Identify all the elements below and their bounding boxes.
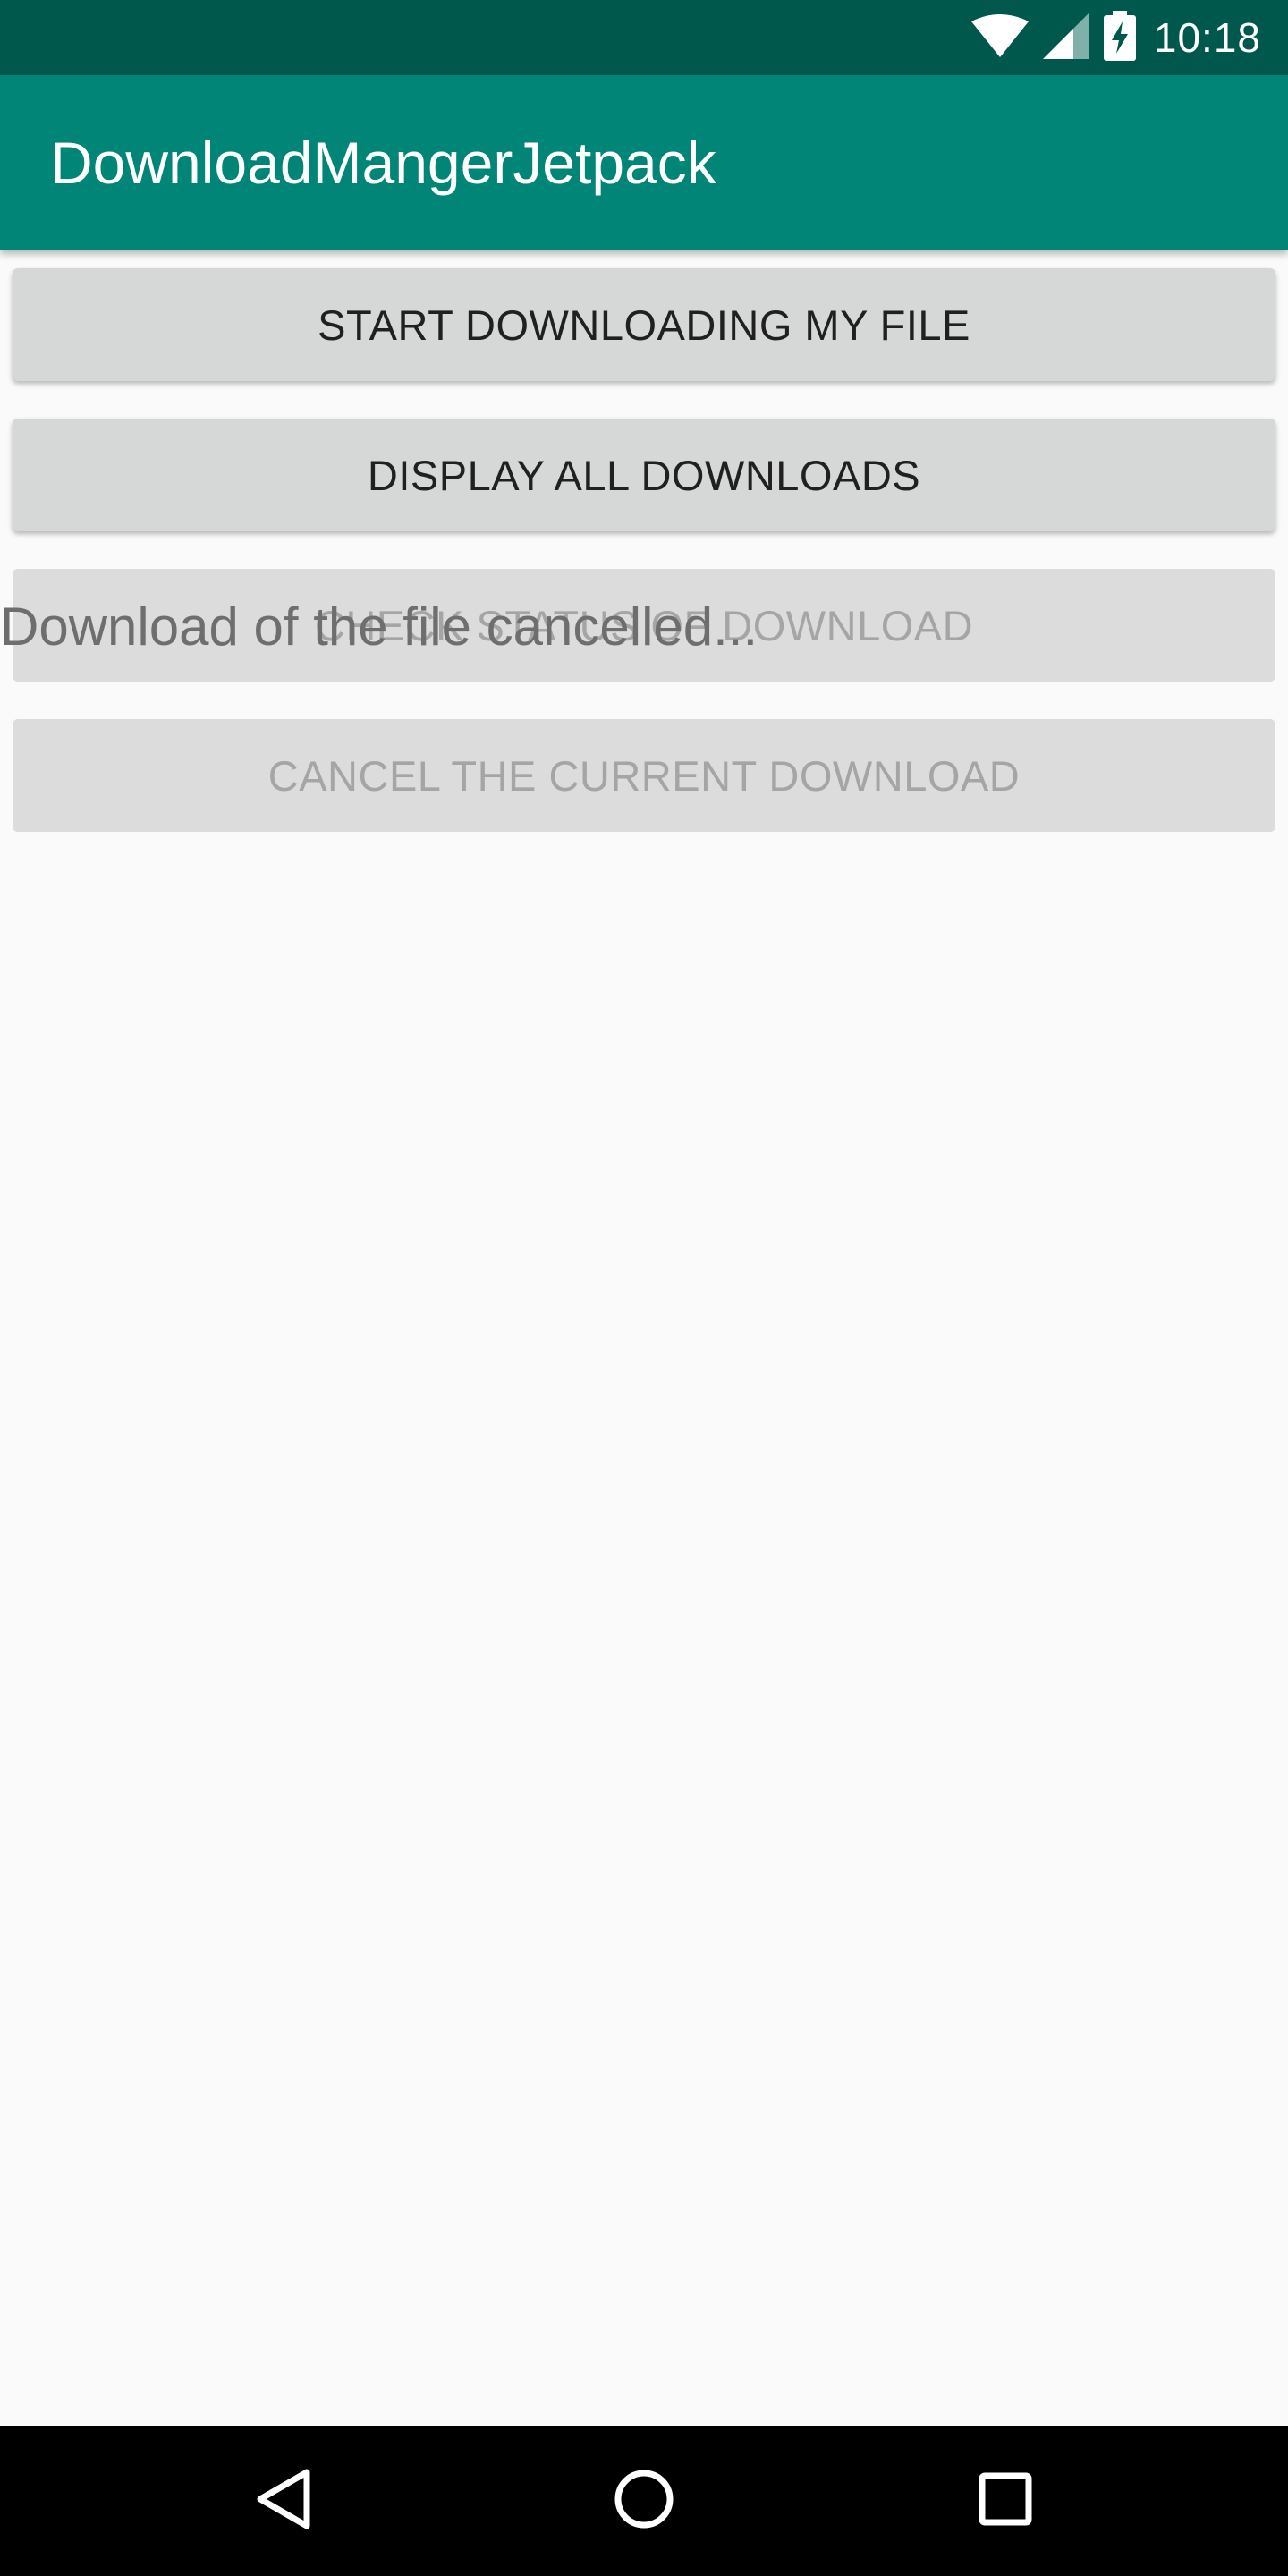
- app-title: DownloadMangerJetpack: [50, 130, 716, 196]
- main-content: START DOWNLOADING MY FILE DISPLAY ALL DO…: [0, 250, 1288, 2426]
- recents-button[interactable]: [930, 2426, 1080, 2576]
- cancel-download-button[interactable]: CANCEL THE CURRENT DOWNLOAD: [13, 719, 1275, 832]
- recents-icon: [978, 2471, 1033, 2531]
- back-button[interactable]: [208, 2426, 359, 2576]
- back-icon: [255, 2467, 312, 2536]
- start-download-button[interactable]: START DOWNLOADING MY FILE: [13, 268, 1275, 381]
- wifi-icon: [970, 13, 1029, 62]
- status-time: 10:18: [1153, 14, 1261, 61]
- status-icons: 10:18: [970, 0, 1261, 75]
- status-bar: 10:18: [0, 0, 1288, 75]
- app-bar: DownloadMangerJetpack: [0, 75, 1288, 250]
- home-icon: [613, 2468, 675, 2535]
- home-button[interactable]: [569, 2426, 719, 2576]
- display-downloads-button[interactable]: DISPLAY ALL DOWNLOADS: [13, 419, 1275, 531]
- cell-signal-icon: [1042, 12, 1089, 64]
- navigation-bar: [0, 2426, 1288, 2576]
- battery-charging-icon: [1103, 10, 1136, 65]
- download-status-text: Download of the file cancelled...: [0, 597, 758, 657]
